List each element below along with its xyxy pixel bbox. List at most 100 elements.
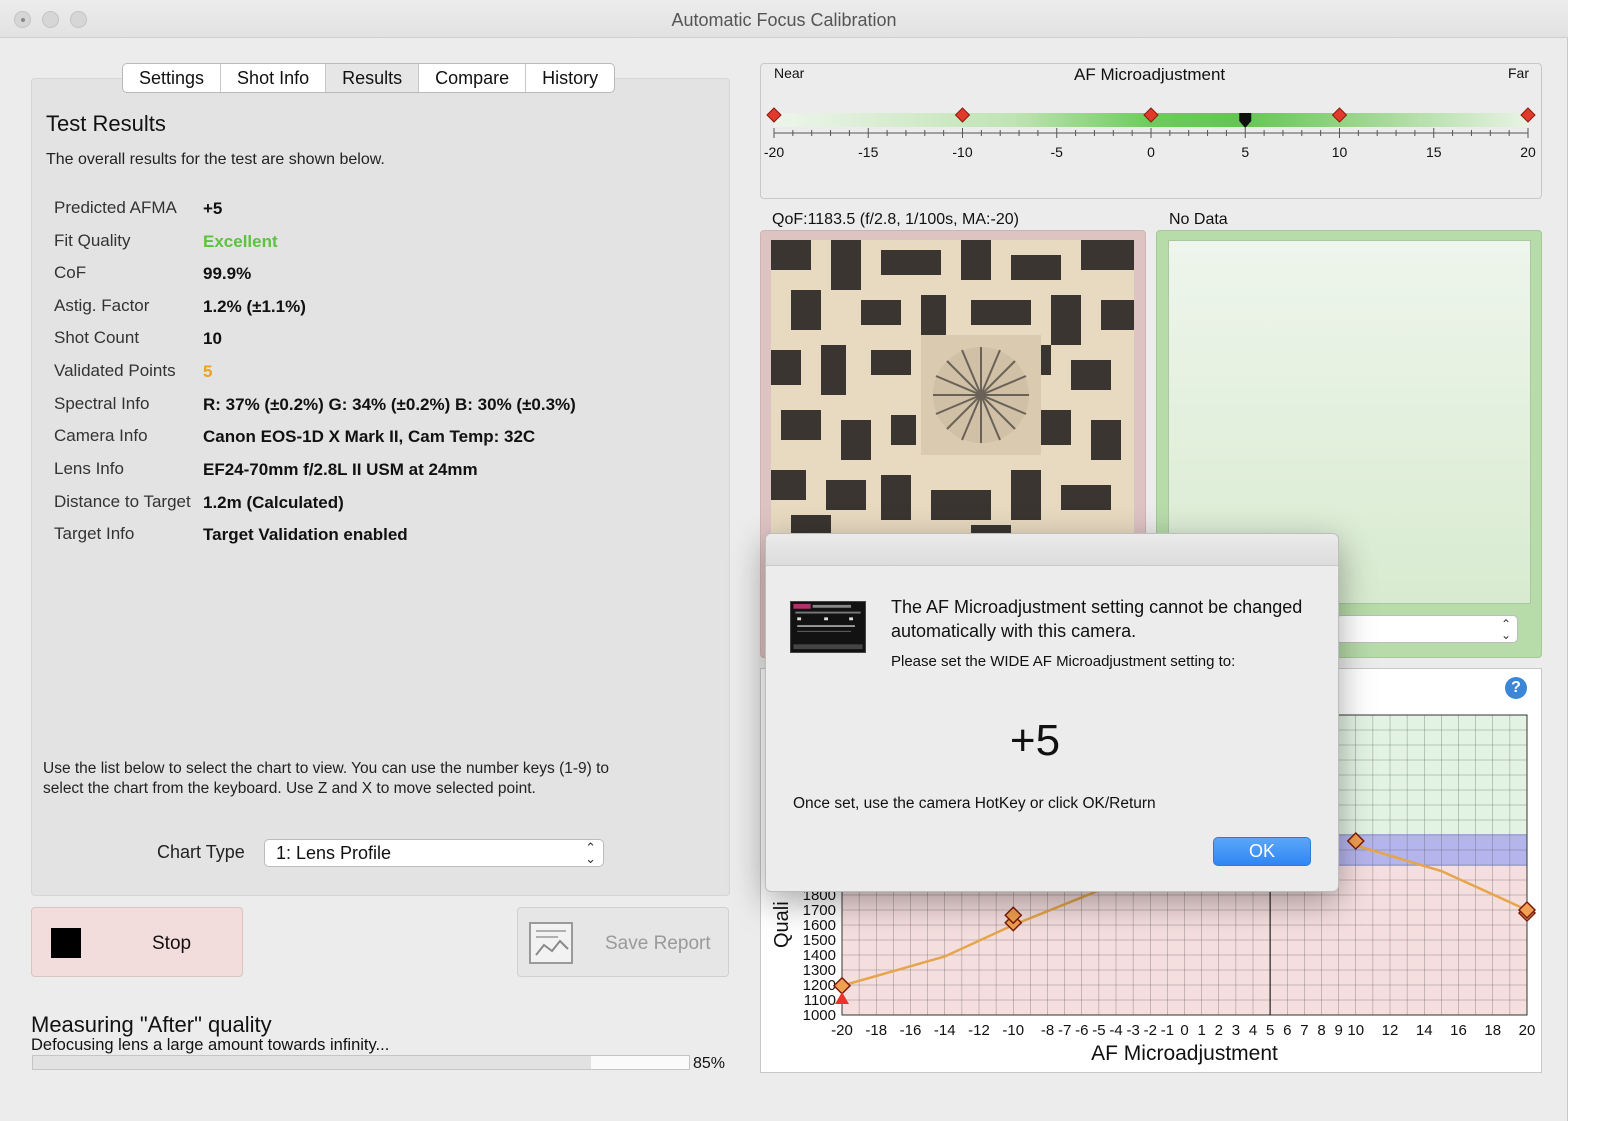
predicted-afma-value: +5 [203,199,223,218]
result-label: Distance to Target [54,492,191,511]
y-axis-label: Quali [771,901,793,948]
cof-value: 99.9% [203,264,252,283]
result-label: Spectral Info [54,394,150,413]
chart-type-label: Chart Type [157,842,245,862]
progress-percent: 85% [693,1055,726,1072]
stop-button-label: Stop [152,933,192,954]
x-tick-label: -5 [1092,1022,1105,1039]
x-tick-label: 1 [1197,1022,1205,1039]
scale-tick-label: -10 [952,144,972,160]
status-subtitle: Defocusing lens a large amount towards i… [31,1036,390,1054]
x-axis-label: AF Microadjustment [1091,1042,1278,1065]
dialog-afma-value: +5 [1009,716,1061,765]
lens-info-value: EF24-70mm f/2.8L II USM at 24mm [203,460,478,479]
up-down-chevron-icon: ⌃ ⌄ [585,840,596,866]
stop-icon [51,928,81,958]
status-title: Measuring "After" quality [31,1012,272,1037]
qof-label: QoF:1183.5 (f/2.8, 1/100s, MA:-20) [772,211,1019,228]
title-bar: Automatic Focus Calibration [0,0,1568,38]
x-tick-label: -1 [1161,1022,1174,1039]
y-tick-label: 1200 [803,977,836,994]
scale-tick-label: -20 [764,144,784,160]
result-label: CoF [54,263,87,282]
dialog-once-text: Once set, use the camera HotKey or click… [793,795,1156,812]
tab-shot-info[interactable]: Shot Info [221,64,327,92]
result-label: Fit Quality [54,231,131,250]
x-tick-label: -12 [968,1022,990,1039]
save-report-button[interactable]: Save Report [517,907,729,977]
result-label: Astig. Factor [54,296,150,315]
window-title: Automatic Focus Calibration [671,10,897,30]
x-tick-label: 16 [1450,1022,1467,1039]
dialog-instruction: Please set the WIDE AF Microadjustment s… [891,653,1236,670]
result-label: Shot Count [54,328,140,347]
x-tick-label: 14 [1416,1022,1433,1039]
chart-hint-line: Use the list below to select the chart t… [43,760,610,777]
y-tick-label: 1400 [803,947,836,964]
chart-type-select[interactable]: 1: Lens Profile ⌃ ⌄ [264,839,604,867]
ok-button[interactable]: OK [1213,837,1311,866]
target-image [771,240,1134,540]
test-results-description: The overall results for the test are sho… [46,151,385,168]
tab-results[interactable]: Results [326,64,420,92]
scale-tick-label: 0 [1147,144,1155,160]
x-tick-label: 3 [1232,1022,1240,1039]
x-tick-label: -2 [1144,1022,1157,1039]
target-info-value: Target Validation enabled [203,525,408,544]
result-label: Validated Points [54,361,176,380]
spectral-info-value: R: 37% (±0.2%) G: 34% (±0.2%) B: 30% (±0… [203,395,576,414]
up-down-chevron-icon: ⌃ ⌄ [1500,617,1511,642]
tab-history[interactable]: History [526,64,614,92]
x-tick-label: -6 [1075,1022,1088,1039]
x-tick-label: 10 [1347,1022,1364,1039]
scale-tick-label: 5 [1241,144,1249,160]
x-tick-label: -16 [900,1022,922,1039]
x-tick-label: -14 [934,1022,956,1039]
scale-tick-label: 10 [1332,144,1348,160]
no-data-label: No Data [1169,211,1228,228]
x-tick-label: -18 [865,1022,887,1039]
afma-scale[interactable]: -20 -15 -10 -5 0 5 10 15 20 [760,95,1542,170]
tab-compare[interactable]: Compare [419,64,527,92]
x-tick-label: -3 [1126,1022,1139,1039]
stop-button[interactable]: Stop [31,907,243,977]
result-label: Predicted AFMA [54,198,177,217]
distance-to-target-value: 1.2m (Calculated) [203,493,344,512]
x-tick-label: 20 [1519,1022,1536,1039]
near-label: Near [774,65,805,81]
tab-settings[interactable]: Settings [123,64,222,92]
x-tick-label: 2 [1215,1022,1223,1039]
x-tick-label: -10 [1002,1022,1024,1039]
x-tick-label: 12 [1382,1022,1399,1039]
y-tick-label: 1000 [803,1007,836,1024]
compare-shot-select[interactable]: ⌃ ⌄ [1336,615,1518,643]
scale-tick-label: 20 [1520,144,1536,160]
result-label: Camera Info [54,426,148,445]
scale-tick-label: 15 [1426,144,1442,160]
fit-quality-value: Excellent [203,232,278,251]
dialog-message: The AF Microadjustment setting cannot be… [891,597,1303,641]
progress-bar [32,1055,690,1070]
chart-hint-text: Use the list below to select the chart t… [43,759,703,799]
tab-bar: Settings Shot Info Results Compare Histo… [122,63,616,93]
scale-tick-label: -15 [858,144,878,160]
test-results-title: Test Results [46,111,166,136]
scale-tick-label: -5 [1051,144,1064,160]
camera-info-value: Canon EOS-1D X Mark II, Cam Temp: 32C [203,427,536,446]
y-tick-label: 1700 [803,902,836,919]
y-tick-label: 1300 [803,962,836,979]
chart-hint-line: select the chart from the keyboard. Use … [43,780,536,797]
app-window: Automatic Focus Calibration Settings Sho… [0,0,1568,1121]
result-label: Lens Info [54,459,124,478]
y-tick-label: 1500 [803,932,836,949]
far-label: Far [1508,65,1529,81]
y-tick-label: 1600 [803,917,836,934]
x-tick-label: -7 [1058,1022,1071,1039]
x-tick-label: -4 [1109,1022,1122,1039]
shot-count-value: 10 [203,329,222,348]
camera-screen-icon [790,601,866,653]
report-chart-icon [529,922,573,964]
x-tick-label: 0 [1180,1022,1188,1039]
dialog-title-bar [766,534,1338,566]
astig-factor-value: 1.2% (±1.1%) [203,297,306,316]
